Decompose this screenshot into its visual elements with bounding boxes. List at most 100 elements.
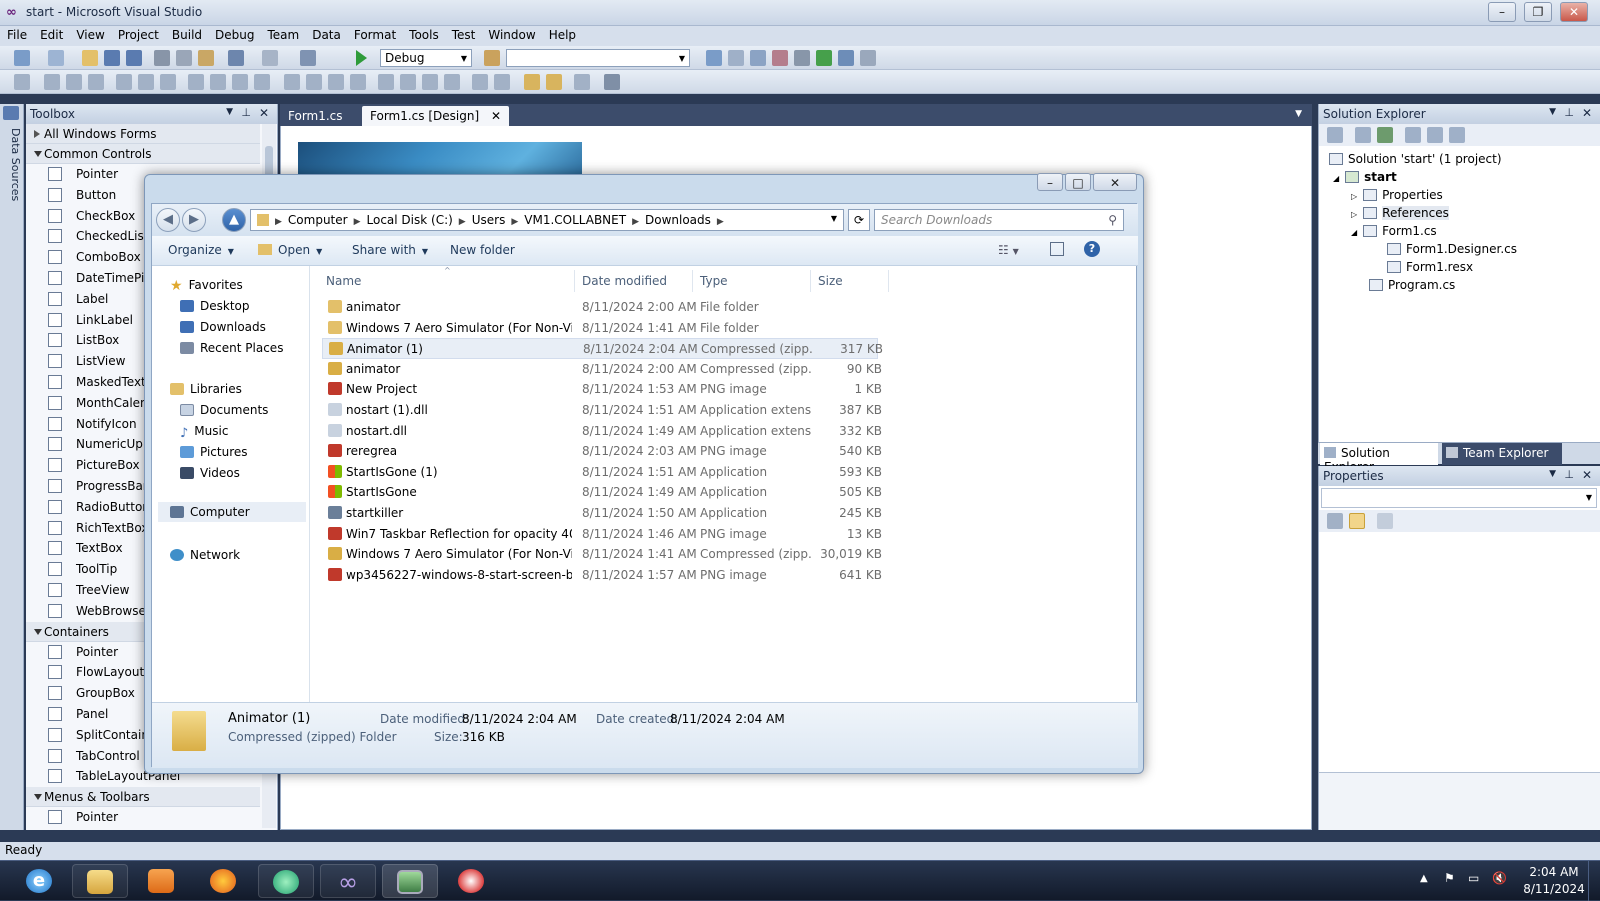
close-icon[interactable]: ✕ [1582,468,1592,482]
undo-icon[interactable] [228,50,244,66]
nav-desktop[interactable]: Desktop [180,299,250,313]
share-with-button[interactable]: Share with ▼ [352,243,428,257]
decrease-h-spacing-icon[interactable] [328,74,344,90]
nav-music[interactable]: ♪ Music [180,424,228,441]
action-center-icon[interactable]: ⚑ [1444,871,1455,885]
align-to-grid-icon[interactable] [14,74,30,90]
up-button[interactable]: ▲ [222,208,246,232]
tab-form1-cs[interactable]: Form1.cs [280,106,351,126]
tab-list-icon[interactable]: ▼ [1295,109,1302,119]
file-row[interactable]: New Project 8/11/2024 1:53 AM PNG image 1 K… [322,379,882,400]
column-type[interactable]: Type [700,274,728,288]
refresh-icon[interactable] [1377,127,1393,143]
properties-icon[interactable] [1327,127,1343,143]
volume-muted-icon[interactable]: 🔇 [1492,871,1507,885]
make-same-width-icon[interactable] [188,74,204,90]
menu-file[interactable]: File [0,26,33,42]
align-bottoms-icon[interactable] [160,74,176,90]
dropdown-icon[interactable]: ▼ [1549,469,1556,479]
preview-pane-icon[interactable] [1050,242,1064,256]
app-button[interactable] [258,864,314,898]
increase-v-spacing-icon[interactable] [400,74,416,90]
dropdown-icon[interactable]: ▼ [226,107,233,117]
file-row[interactable]: nostart (1).dll 8/11/2024 1:51 AM Applicat… [322,400,882,421]
view-designer-icon[interactable] [1427,127,1443,143]
platform-icon[interactable] [484,50,500,66]
form1-designer-node[interactable]: Form1.Designer.cs [1387,242,1517,256]
breadcrumb[interactable]: ▶ Computer ▶ Local Disk (C:) ▶ Users ▶ VM1.COLL… [250,209,844,231]
visual-studio-button[interactable]: ∞ [320,864,376,898]
add-item-icon[interactable] [48,50,64,66]
history-dropdown-icon[interactable]: ▼ [831,214,837,223]
media-player-button[interactable] [134,864,190,898]
center-vertically-icon[interactable] [494,74,510,90]
form-app-button[interactable] [382,864,438,898]
save-icon[interactable] [104,50,120,66]
snipping-tool-button[interactable] [444,864,500,898]
cut-icon[interactable] [154,50,170,66]
center-horizontally-icon[interactable] [472,74,488,90]
column-size[interactable]: Size [818,274,843,288]
redo-icon[interactable] [262,50,278,66]
start-debugging-icon[interactable] [356,50,367,66]
explorer-taskbar-button[interactable] [72,864,128,898]
ie-button[interactable]: e [12,864,68,898]
file-row[interactable]: StartIsGone 8/11/2024 1:49 AM Application 5… [322,482,882,503]
firefox-button[interactable] [196,864,252,898]
collapse-icon[interactable]: ▷ [1351,192,1357,201]
new-project-icon[interactable] [14,50,30,66]
breadcrumb-user[interactable]: VM1.COLLABNET [524,213,626,227]
explorer-window[interactable]: – □ ✕ ◀ ▶ ▲ ▶ Computer ▶ Local Disk (C:) ▶ Us… [144,173,1144,774]
menu-window[interactable]: Window [481,26,541,42]
toolbox-icon[interactable] [794,50,810,66]
nav-downloads[interactable]: Downloads [180,320,266,334]
show-hidden-icons[interactable]: ▲ [1420,873,1428,884]
bring-to-front-icon[interactable] [524,74,540,90]
file-row[interactable]: animator 8/11/2024 2:00 AM Compressed (zip… [322,359,882,380]
open-button[interactable]: Open ▼ [258,243,322,257]
nav-recent-places[interactable]: Recent Places [180,341,283,355]
find-combo[interactable]: ▼ [506,49,690,67]
file-row[interactable]: animator 8/11/2024 2:00 AM File folder [322,297,878,318]
file-row[interactable]: Animator (1) 8/11/2024 2:04 AM Compressed … [322,338,883,359]
align-middles-icon[interactable] [138,74,154,90]
breadcrumb-downloads[interactable]: Downloads [645,213,711,227]
make-same-size-icon[interactable] [232,74,248,90]
nav-favorites[interactable]: ★ Favorites [170,278,243,294]
solution-node[interactable]: Solution 'start' (1 project) [1329,152,1502,166]
refresh-button[interactable]: ⟳ [848,209,870,231]
file-row[interactable]: wp3456227-windows-8-start-screen-bac... 8… [322,565,882,586]
data-sources-tab[interactable]: Data Sources [2,128,22,218]
paste-icon[interactable] [198,50,214,66]
remove-h-spacing-icon[interactable] [350,74,366,90]
tab-close-icon[interactable]: ✕ [491,109,501,123]
menu-view[interactable]: View [69,26,110,42]
show-desktop-button[interactable] [1588,861,1600,901]
search-input[interactable]: Search Downloads ⚲ [874,209,1124,231]
explorer-maximize-button[interactable]: □ [1065,173,1091,191]
make-same-height-icon[interactable] [210,74,226,90]
menu-test[interactable]: Test [445,26,482,42]
object-browser-icon[interactable] [772,50,788,66]
nav-computer[interactable]: Computer [158,502,306,522]
remove-v-spacing-icon[interactable] [444,74,460,90]
file-row[interactable]: StartIsGone (1) 8/11/2024 1:51 AM Applicat… [322,462,882,483]
save-all-icon[interactable] [126,50,142,66]
size-to-grid-icon[interactable] [254,74,270,90]
column-name[interactable]: Name [326,274,361,288]
object-selector[interactable]: ▼ [1321,488,1597,508]
menu-format[interactable]: Format [347,26,402,42]
align-lefts-icon[interactable] [44,74,60,90]
clock-date[interactable]: 8/11/2024 [1520,882,1588,896]
tab-solution-explorer[interactable]: Solution Explorer [1320,443,1438,474]
file-row[interactable]: Windows 7 Aero Simulator (For Non-Vid...… [322,544,882,565]
property-pages-icon[interactable] [1377,513,1393,529]
expand-icon[interactable]: ◢ [1333,174,1339,183]
alphabetical-icon[interactable] [1349,513,1365,529]
align-centers-icon[interactable] [66,74,82,90]
file-row[interactable]: startkiller 8/11/2024 1:50 AM Application 2… [322,503,882,524]
project-node[interactable]: ◢ start [1333,170,1397,184]
explorer-minimize-button[interactable]: – [1037,173,1063,191]
breadcrumb-computer[interactable]: Computer [288,213,348,227]
send-to-back-icon[interactable] [546,74,562,90]
